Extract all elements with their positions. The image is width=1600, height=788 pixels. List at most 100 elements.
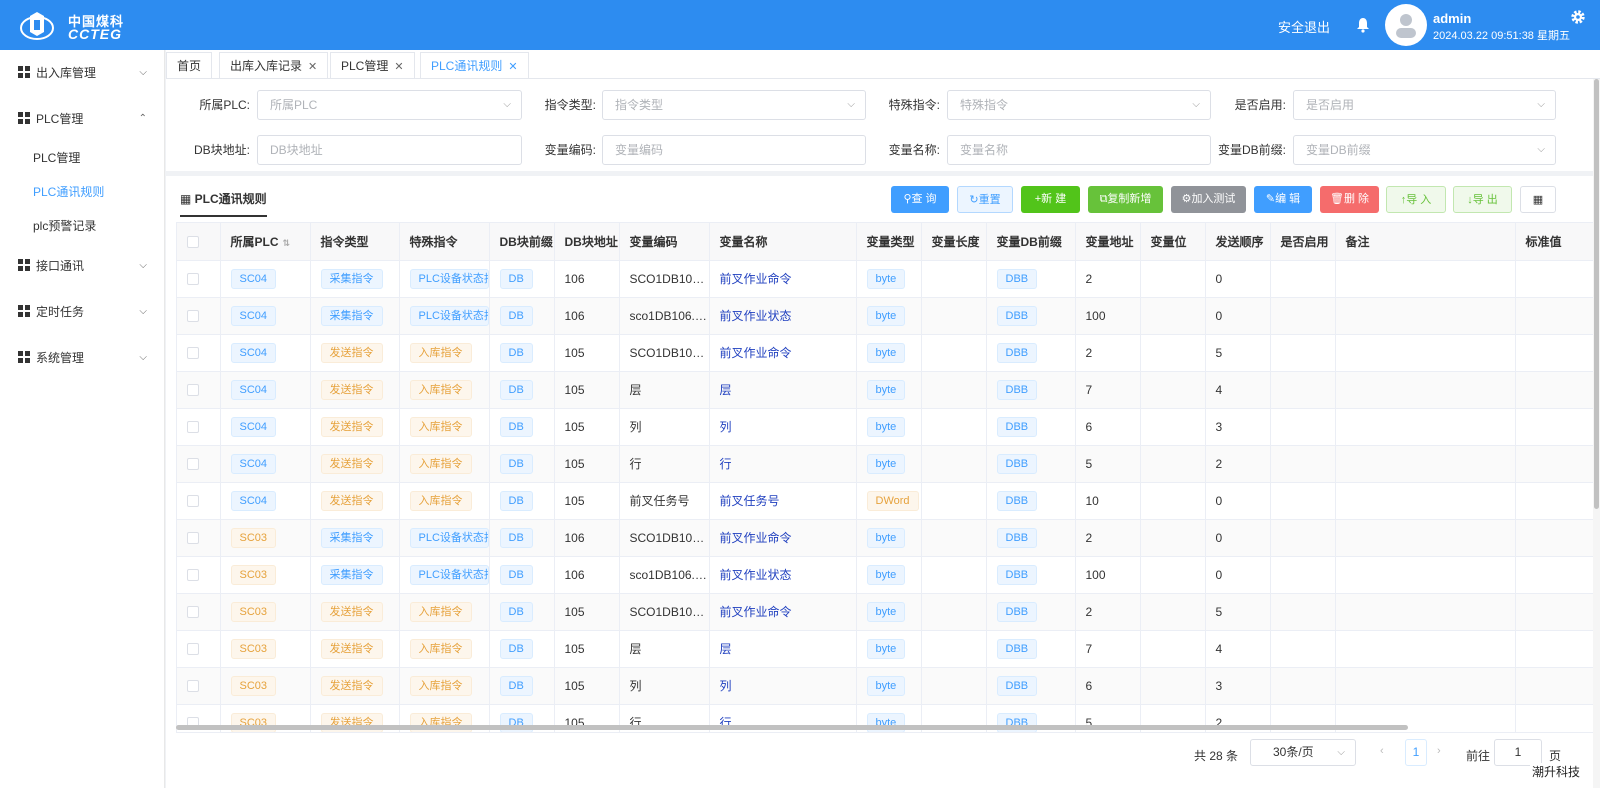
logout-link[interactable]: 安全退出 xyxy=(1278,17,1330,36)
table-row[interactable]: SC03 发送指令 入库指令 DB 105SCO1DB105.DBB2前叉作业命令 byt… xyxy=(177,593,1593,631)
edit-button[interactable]: ✎编 辑 xyxy=(1254,186,1312,213)
table-horizontal-scrollbar[interactable] xyxy=(176,725,1408,730)
cmd-type-select[interactable]: 指令类型 ⌵ xyxy=(602,90,866,120)
edit-icon: ✎ xyxy=(1265,193,1276,205)
cell-special: 入库指令 xyxy=(399,667,490,705)
table-row[interactable]: SC04 发送指令 入库指令 DB 105 列列 byte DBB 6 3 xyxy=(177,408,1593,446)
row-select-cell[interactable] xyxy=(177,334,221,372)
sidebar-item-inout[interactable]: 出入库管理 ⌵ xyxy=(0,50,165,96)
row-select-cell[interactable] xyxy=(177,519,221,557)
table-row[interactable]: SC04 发送指令 入库指令 DB 105 前叉任务号 前叉任务号 DWord DBB 10 0 xyxy=(177,482,1593,520)
sidebar-subitem-plc-rules[interactable]: PLC通讯规则 xyxy=(0,175,165,209)
row-select-cell[interactable] xyxy=(177,260,221,298)
row-select-cell[interactable] xyxy=(177,408,221,446)
row-checkbox[interactable] xyxy=(187,495,199,508)
row-select-cell[interactable] xyxy=(177,371,221,409)
tab-inout-records[interactable]: 出库入库记录 ✕ xyxy=(219,52,329,78)
gear-icon[interactable] xyxy=(1570,9,1586,25)
copy-add-button[interactable]: ⧉复制新增 xyxy=(1088,186,1163,213)
tab-plc-rules[interactable]: PLC通讯规则 ✕ xyxy=(420,52,529,78)
row-select-cell[interactable] xyxy=(177,630,221,668)
plc-select[interactable]: 所属PLC ⌵ xyxy=(257,90,522,120)
cell-db-addr: 105 xyxy=(554,445,620,483)
row-checkbox[interactable] xyxy=(187,643,199,656)
sidebar-subitem-plc-alerts[interactable]: plc预警记录 xyxy=(0,209,165,243)
delete-button[interactable]: 🗑删 除 xyxy=(1320,186,1379,213)
sidebar-item-system[interactable]: 系统管理 ⌵ xyxy=(0,335,165,381)
query-button[interactable]: ⚲查 询 xyxy=(891,186,949,213)
sidebar-item-interface[interactable]: 接口通讯 ⌵ xyxy=(0,243,165,289)
table-row[interactable]: SC03 采集指令 PLC设备状态指令 DB 106SCO1DB106.DBB2前叉作业… xyxy=(177,519,1593,557)
cell-var-code: 行 xyxy=(619,445,710,483)
chevron-down-icon: ⌵ xyxy=(139,67,147,78)
row-checkbox[interactable] xyxy=(187,310,199,323)
row-select-cell[interactable] xyxy=(177,482,221,520)
new-button[interactable]: +新 建 xyxy=(1021,186,1080,213)
close-icon[interactable]: ✕ xyxy=(394,61,403,73)
table-row[interactable]: SC04 采集指令 PLC设备状态指令 DB 106SCO1DB106.DBB2前叉作业… xyxy=(177,260,1593,298)
row-checkbox[interactable] xyxy=(187,347,199,360)
table-row[interactable]: SC03 发送指令 入库指令 DB 105 层层 byte DBB 7 4 xyxy=(177,630,1593,668)
tab-home[interactable]: 首页 xyxy=(166,52,213,78)
var-name-input[interactable]: 变量名称 xyxy=(947,135,1211,165)
cell-var-name: 前叉作业命令 xyxy=(709,334,857,372)
cell-var-name: 层 xyxy=(709,371,857,409)
col-header-plc[interactable]: 所属PLC ⇅ xyxy=(220,223,311,261)
table-row[interactable]: SC04 采集指令 PLC设备状态指令 DB 106sco1DB106.DBB100前叉… xyxy=(177,297,1593,335)
sort-icon[interactable]: ⇅ xyxy=(283,238,291,248)
row-checkbox[interactable] xyxy=(187,421,199,434)
goto-page-input[interactable]: 1 xyxy=(1494,739,1542,766)
gear-icon: ⚙ xyxy=(1181,193,1192,205)
special-cmd-select[interactable]: 特殊指令 ⌵ xyxy=(947,90,1211,120)
sidebar-item-plc[interactable]: PLC管理 ⌃ xyxy=(0,96,165,142)
columns-toggle-button[interactable]: ▦ xyxy=(1520,186,1556,213)
table-row[interactable]: SC04 发送指令 入库指令 DB 105 层层 byte DBB 7 4 xyxy=(177,371,1593,409)
prev-page-button[interactable]: ‹ xyxy=(1380,745,1384,757)
tab-plc-manage[interactable]: PLC管理 ✕ xyxy=(330,52,415,78)
close-icon[interactable]: ✕ xyxy=(508,61,517,73)
row-select-cell[interactable] xyxy=(177,593,221,631)
sidebar-subitem-plc-manage[interactable]: PLC管理 xyxy=(0,141,165,175)
row-select-cell[interactable] xyxy=(177,667,221,705)
row-checkbox[interactable] xyxy=(187,273,199,286)
reset-button[interactable]: ↻重置 xyxy=(957,186,1013,213)
table-row[interactable]: SC03 采集指令 PLC设备状态指令 DB 106sco1DB106.DBB100前叉… xyxy=(177,556,1593,594)
row-select-cell[interactable] xyxy=(177,297,221,335)
export-button[interactable]: ↓导 出 xyxy=(1453,186,1512,213)
table-row[interactable]: SC04 发送指令 入库指令 DB 105SCO1DB105.DBB2前叉作业命令 byt… xyxy=(177,334,1593,372)
scrollbar-thumb[interactable] xyxy=(1594,79,1599,509)
table-row[interactable]: SC04 发送指令 入库指令 DB 105 行行 byte DBB 5 2 xyxy=(177,445,1593,483)
brand-logo[interactable]: 中国煤科 CCTEG xyxy=(20,8,130,42)
col-header-remark: 备注 xyxy=(1335,223,1516,261)
username[interactable]: admin xyxy=(1433,11,1471,26)
select-all-checkbox[interactable] xyxy=(187,236,199,249)
row-checkbox[interactable] xyxy=(187,458,199,471)
next-page-button[interactable]: › xyxy=(1437,745,1441,757)
row-select-cell[interactable] xyxy=(177,445,221,483)
page-scrollbar[interactable] xyxy=(1593,79,1600,788)
close-icon[interactable]: ✕ xyxy=(308,61,317,73)
sidebar-item-schedule[interactable]: 定时任务 ⌵ xyxy=(0,289,165,335)
goto-label: 前往 xyxy=(1466,749,1491,763)
enabled-select[interactable]: 是否启用 ⌵ xyxy=(1293,90,1556,120)
chevron-up-icon: ⌃ xyxy=(138,113,147,124)
row-checkbox[interactable] xyxy=(187,384,199,397)
select-all-cell[interactable] xyxy=(177,223,221,261)
page-number-1[interactable]: 1 xyxy=(1405,739,1427,766)
table-row[interactable]: SC03 发送指令 入库指令 DB 105 列列 byte DBB 6 3 xyxy=(177,667,1593,705)
db-addr-input[interactable]: DB块地址 xyxy=(257,135,522,165)
cell-special: 入库指令 xyxy=(399,593,490,631)
row-checkbox[interactable] xyxy=(187,680,199,693)
cell-standard xyxy=(1515,482,1593,520)
user-avatar[interactable] xyxy=(1385,4,1427,46)
var-db-prefix-select[interactable]: 变量DB前缀 ⌵ xyxy=(1293,135,1556,165)
row-checkbox[interactable] xyxy=(187,532,199,545)
add-test-button[interactable]: ⚙加入测试 xyxy=(1171,186,1246,213)
row-checkbox[interactable] xyxy=(187,569,199,582)
var-code-input[interactable]: 变量编码 xyxy=(602,135,866,165)
page-size-select[interactable]: 30条/页 ⌵ xyxy=(1250,739,1356,766)
bell-icon[interactable] xyxy=(1356,17,1370,33)
row-select-cell[interactable] xyxy=(177,556,221,594)
import-button[interactable]: ↑导 入 xyxy=(1386,186,1446,213)
row-checkbox[interactable] xyxy=(187,606,199,619)
